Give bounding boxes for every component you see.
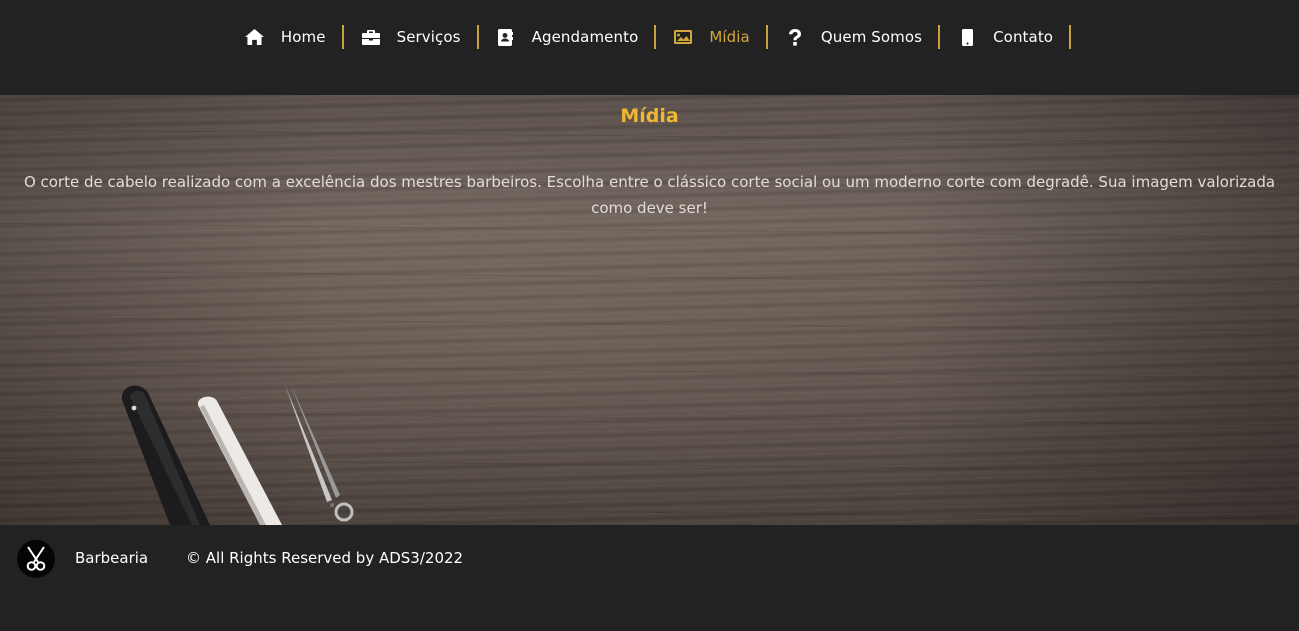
nav-item-contato[interactable]: Contato	[940, 25, 1072, 49]
main-nav: Home Serviços Agendamento Mídia Quem Som…	[0, 25, 1299, 49]
brand-name: Barbearia	[75, 549, 149, 567]
hero-section: Mídia O corte de cabelo realizado com a …	[0, 95, 1299, 525]
nav-item-midia[interactable]: Mídia	[656, 25, 768, 49]
question-icon	[785, 28, 805, 46]
nav-item-label: Contato	[993, 28, 1054, 46]
nav-item-agendamento[interactable]: Agendamento	[479, 25, 657, 49]
nav-item-label: Agendamento	[531, 28, 639, 46]
image-icon	[673, 28, 693, 46]
briefcase-icon	[361, 28, 381, 46]
hero-description: O corte de cabelo realizado com a excelê…	[23, 173, 1276, 217]
nav-item-label: Serviços	[396, 28, 461, 46]
scissors-icon	[26, 546, 46, 571]
nav-item-label: Mídia	[709, 28, 750, 46]
top-navbar: Home Serviços Agendamento Mídia Quem Som…	[0, 0, 1299, 95]
nav-item-label: Home	[280, 28, 326, 46]
address-book-icon	[496, 28, 516, 46]
page-title: Mídia	[620, 105, 679, 127]
barber-tools-image	[121, 385, 354, 525]
nav-item-home[interactable]: Home	[228, 25, 344, 49]
logo[interactable]	[17, 540, 55, 578]
nav-item-servicos[interactable]: Serviços	[344, 25, 479, 49]
nav-item-label: Quem Somos	[820, 28, 923, 46]
mobile-icon	[957, 28, 977, 46]
home-icon	[245, 28, 265, 46]
footer: Barbearia © All Rights Reserved by ADS3/…	[0, 525, 1299, 631]
nav-item-quem-somos[interactable]: Quem Somos	[768, 25, 941, 49]
copyright-text: © All Rights Reserved by ADS3/2022	[186, 549, 464, 567]
